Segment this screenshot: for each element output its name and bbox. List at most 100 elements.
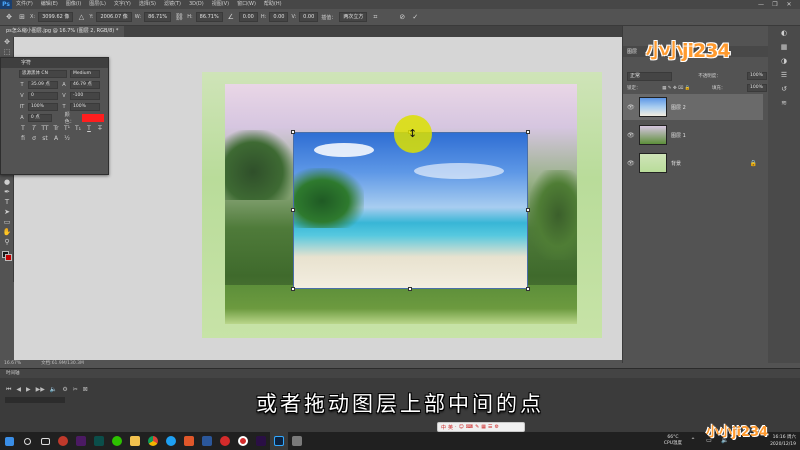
ligature-icon[interactable]: fi xyxy=(19,135,27,142)
hskew-input[interactable]: 0.00 xyxy=(269,12,289,22)
transform-handle-middle-left[interactable] xyxy=(291,208,295,212)
adjustments-panel-icon[interactable]: ◑ xyxy=(768,54,800,68)
ime-menu-icon[interactable]: ☰ xyxy=(488,424,492,430)
transform-handle-bottom-center[interactable] xyxy=(408,287,412,291)
text-color-swatch[interactable] xyxy=(82,113,105,122)
faux-italic-button[interactable]: T xyxy=(30,125,38,132)
type-tool-icon[interactable]: T xyxy=(0,197,14,207)
link-icon[interactable]: ⛓ xyxy=(174,12,184,22)
path-select-tool-icon[interactable]: ➤ xyxy=(0,207,14,217)
vertical-scale-input[interactable]: 100% xyxy=(28,102,58,111)
underline-button[interactable]: T xyxy=(85,125,93,132)
commit-transform-icon[interactable]: ✓ xyxy=(410,12,420,22)
h-input[interactable]: 86.71% xyxy=(195,12,223,22)
faux-bold-button[interactable]: T xyxy=(19,125,27,132)
menu-select[interactable]: 选择(S) xyxy=(135,0,160,9)
ordinal-icon[interactable]: A xyxy=(52,135,60,142)
search-icon[interactable] xyxy=(18,432,36,450)
subscript-button[interactable]: T₁ xyxy=(74,125,82,132)
background-color-swatch[interactable] xyxy=(5,254,12,261)
font-style-select[interactable]: Medium xyxy=(70,69,100,78)
zoom-tool-icon[interactable]: ⚲ xyxy=(0,237,14,247)
move-tool-icon[interactable]: ✥ xyxy=(0,37,14,47)
horizontal-scale-input[interactable]: 100% xyxy=(70,102,100,111)
angle-input[interactable]: 0.00 xyxy=(238,12,258,22)
beach-layer-image[interactable] xyxy=(293,132,528,289)
layer-name[interactable]: 图层 1 xyxy=(671,132,686,139)
word-icon[interactable] xyxy=(198,432,216,450)
all-caps-button[interactable]: TT xyxy=(41,125,49,132)
tracking-input[interactable]: -100 xyxy=(70,91,100,100)
maximize-button[interactable]: ❐ xyxy=(768,0,782,9)
close-window-button[interactable]: ✕ xyxy=(782,0,796,9)
task-view-icon[interactable] xyxy=(36,432,54,450)
record-icon[interactable] xyxy=(234,432,252,450)
fill-input[interactable]: 100% xyxy=(747,84,767,92)
baseline-input[interactable]: 0 点 xyxy=(27,113,52,122)
ime-english-icon[interactable]: 英 xyxy=(448,424,453,431)
hand-tool-icon[interactable]: ✋ xyxy=(0,227,14,237)
qq-icon[interactable] xyxy=(162,432,180,450)
lock-icons[interactable]: ▦ ✎ ✥ ⌧ 🔒 xyxy=(662,86,690,91)
premiere-icon[interactable] xyxy=(72,432,90,450)
menu-image[interactable]: 图像(I) xyxy=(62,0,85,9)
ime-settings-icon[interactable]: ⚙ xyxy=(494,424,498,430)
layer-name[interactable]: 背景 xyxy=(671,160,681,167)
menu-view[interactable]: 视图(V) xyxy=(208,0,233,9)
ime-skin-icon[interactable]: ▦ xyxy=(481,424,486,430)
document-tab[interactable]: ps怎么缩小图层.jpg @ 16.7% (图层 2, RGB/8) * xyxy=(0,26,125,37)
start-button[interactable] xyxy=(0,432,18,450)
layer-row-background[interactable]: 👁 背景 🔒 xyxy=(623,150,763,176)
zoom-level[interactable]: 16.67% xyxy=(4,360,21,368)
cancel-transform-icon[interactable]: ⊘ xyxy=(397,12,407,22)
strikethrough-button[interactable]: T̶ xyxy=(96,125,104,132)
menu-edit[interactable]: 编辑(E) xyxy=(37,0,62,9)
small-caps-button[interactable]: Tr xyxy=(52,125,60,132)
eye-icon[interactable]: 👁 xyxy=(627,104,635,111)
chrome-icon[interactable] xyxy=(144,432,162,450)
ime-emoji-icon[interactable]: ☺ xyxy=(459,424,464,430)
premiere-pro-icon[interactable] xyxy=(252,432,270,450)
transform-handle-bottom-right[interactable] xyxy=(526,287,530,291)
notes-icon[interactable] xyxy=(288,432,306,450)
menu-layer[interactable]: 图层(L) xyxy=(85,0,110,9)
ime-chinese-icon[interactable]: 中 xyxy=(441,424,446,431)
clock[interactable]: 16:16 周六 2020/12/19 xyxy=(770,434,796,448)
ime-handwrite-icon[interactable]: ✎ xyxy=(475,424,479,430)
layers-tab[interactable]: 图层 xyxy=(627,48,637,55)
layer-name[interactable]: 图层 2 xyxy=(671,104,686,111)
netease-music-icon[interactable] xyxy=(216,432,234,450)
dodge-tool-icon[interactable]: ● xyxy=(0,177,14,187)
w-input[interactable]: 86.71% xyxy=(144,12,172,22)
tray-expand-icon[interactable]: ⌃ xyxy=(688,436,698,446)
layer-row-1[interactable]: 👁 图层 1 xyxy=(623,122,763,148)
transform-handle-top-right[interactable] xyxy=(526,130,530,134)
y-input[interactable]: 2006.07 像 xyxy=(96,12,132,22)
leading-input[interactable]: 46.79 点 xyxy=(70,80,100,89)
marquee-tool-icon[interactable]: ⬚ xyxy=(0,47,14,57)
interpolation-select[interactable]: 两次立方 xyxy=(339,12,368,22)
menu-filter[interactable]: 滤镜(T) xyxy=(160,0,185,9)
fraction-icon[interactable]: ½ xyxy=(63,135,71,142)
delta-icon[interactable]: △ xyxy=(76,12,86,22)
transform-handle-middle-right[interactable] xyxy=(526,208,530,212)
ime-punct-icon[interactable]: · xyxy=(455,424,457,430)
properties-panel-icon[interactable]: ☰ xyxy=(768,68,800,82)
transform-handle-top-left[interactable] xyxy=(291,130,295,134)
superscript-button[interactable]: T¹ xyxy=(63,125,71,132)
swash-icon[interactable]: st xyxy=(41,135,49,142)
swatches-panel-icon[interactable]: ▦ xyxy=(768,40,800,54)
eye-icon[interactable]: 👁 xyxy=(627,160,635,167)
file-explorer-icon[interactable] xyxy=(126,432,144,450)
shape-tool-icon[interactable]: ▭ xyxy=(0,217,14,227)
menu-window[interactable]: 窗口(W) xyxy=(233,0,260,9)
font-size-input[interactable]: 35.09 点 xyxy=(28,80,58,89)
menu-help[interactable]: 帮助(H) xyxy=(260,0,286,9)
reference-point-icon[interactable]: ⊞ xyxy=(17,12,27,22)
history-panel-icon[interactable]: ↺ xyxy=(768,82,800,96)
menu-file[interactable]: 文件(F) xyxy=(12,0,37,9)
menu-3d[interactable]: 3D(D) xyxy=(185,0,208,9)
audition-icon[interactable] xyxy=(90,432,108,450)
eye-icon[interactable]: 👁 xyxy=(627,132,635,139)
pen-tool-icon[interactable]: ✒ xyxy=(0,187,14,197)
